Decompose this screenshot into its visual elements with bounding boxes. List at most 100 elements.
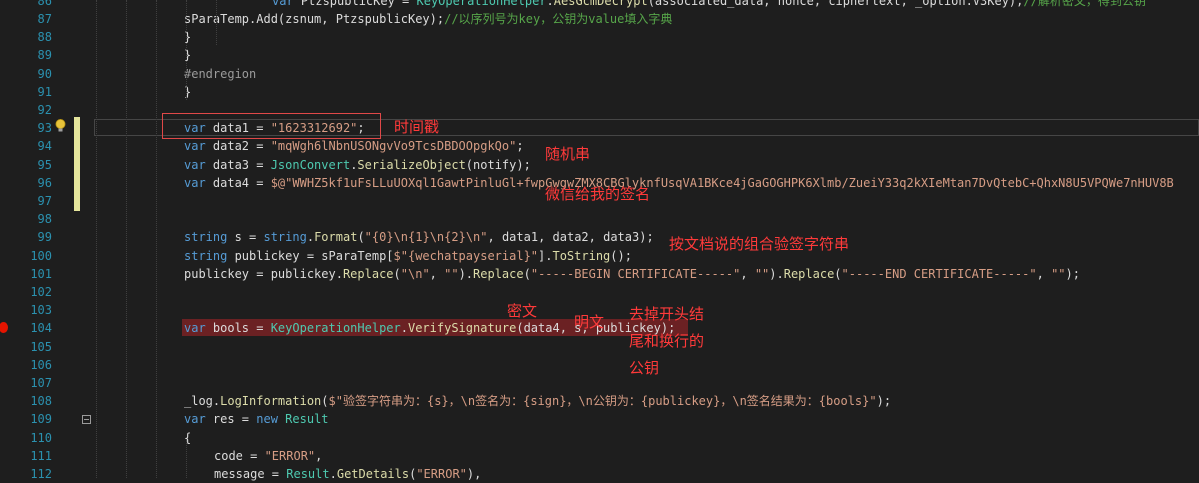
code-token: , [1036,266,1052,281]
code-token: , [315,448,323,463]
code-editor[interactable]: 86 var PtzspublicKey = KeyOperationHelpe… [0,0,1199,481]
code-token: "mqWgh6lNbnUSONgvVo9TcsDBDOOpgkQo" [270,139,517,154]
code-token: ); [1065,266,1080,281]
line-number: 87 [37,12,52,26]
code-token: , data1, data2, data3); [487,230,654,245]
code-token: string [184,248,235,263]
code-token: publickey = publickey. [184,266,343,281]
code-line[interactable]: 108 _log.LogInformation($"验签字符串为：{s}，\n签名… [0,392,1199,410]
code-token: . [306,230,315,245]
code-line[interactable]: 87 sParaTemp.Add(zsnum, PtzspublicKey);//… [0,10,1199,28]
code-token: VerifySignature [407,321,517,336]
code-token: KeyOperationHelper [270,321,401,336]
code-text: sParaTemp.Add(zsnum, PtzspublicKey);//以序… [184,10,672,28]
code-token: $"验签字符串为：{s}，\n签名为：{sign}，\n公钥为：{publick… [328,394,877,409]
line-number: 110 [30,430,52,445]
code-line[interactable]: 100 string publickey = sParaTemp[$"{wecha… [0,247,1199,265]
code-token: "{0}\n{1}\n{2}\n" [364,230,488,245]
line-number: 108 [30,394,52,409]
code-line[interactable]: 86 var PtzspublicKey = KeyOperationHelpe… [0,0,1199,10]
code-token: ( [834,266,842,281]
code-token: s = [234,230,264,245]
code-text: publickey = publickey.Replace("\n", "").… [184,265,1080,283]
indent-guide [96,0,97,478]
code-line[interactable]: 88} [0,28,1199,46]
code-token: Result [285,412,329,427]
code-line[interactable]: 90 #endregion [0,65,1199,83]
code-token: ). [458,266,474,281]
code-token: data2 = [212,139,271,154]
code-text: string s = string.Format("{0}\n{1}\n{2}\… [184,228,654,246]
code-token: sParaTemp.Add(zsnum, PtzspublicKey); [184,12,445,26]
annotation-nonce: 随机串 [545,145,591,163]
code-token: //以序列号为key，公钥为value填入字典 [444,12,673,26]
code-line[interactable]: 99 string s = string.Format("{0}\n{1}\n{2… [0,228,1199,246]
line-number: 95 [37,157,52,172]
code-line[interactable]: 95 var data3 = JsonConvert.SerializeObjec… [0,156,1199,174]
code-token: ToString [552,248,611,263]
code-token: var [184,321,213,336]
code-token: ( [393,266,401,281]
lightbulb-icon[interactable] [55,119,66,133]
code-token: JsonConvert [270,157,351,172]
code-text: code = "ERROR", [214,447,322,465]
annotation-timestamp: 时间戳 [394,118,440,136]
line-number: 93 [37,121,52,136]
code-token: bools = [212,321,271,336]
code-token: string [263,230,307,245]
code-token: ), [466,467,482,481]
code-token: "ERROR" [416,467,467,481]
indent-guide [126,0,127,478]
code-token: SerializeObject [357,157,466,172]
line-number: 98 [37,212,52,227]
timestamp-annotation-box [162,113,381,139]
code-token: message = [214,467,287,481]
code-line[interactable]: 109 var res = new Result [0,410,1199,428]
code-line[interactable]: 101 publickey = publickey.Replace("\n", "… [0,265,1199,283]
annotation-ciphertext: 密文 [507,302,538,320]
code-token: var [184,412,213,427]
line-number: 102 [30,285,52,299]
code-token: "\n" [400,266,430,281]
line-number: 99 [37,230,52,245]
code-token: AesGcmDecrypt [553,0,648,8]
code-text: string publickey = sParaTemp[$"{wechatpa… [184,247,632,265]
collapse-toggle-icon[interactable] [82,415,91,424]
line-number: 101 [30,266,52,281]
code-text: _log.LogInformation($"验签字符串为：{s}，\n签名为：{… [184,392,891,410]
code-line[interactable]: 112 message = Result.GetDetails("ERROR"), [0,465,1199,483]
code-token: PtzspublicKey = [300,0,417,8]
code-line[interactable]: 94 var data2 = "mqWgh6lNbnUSONgvVo9TcsDBD… [0,137,1199,155]
code-line[interactable]: 89} [0,46,1199,64]
code-text: var data4 = $@"WWHZ5kf1uFsLLuUOXql1GawtP… [184,174,1174,192]
code-line[interactable]: 98 [0,210,1199,228]
code-token: . [329,467,337,481]
annotation-pubkey-line3: 公钥 [629,359,660,377]
code-text: var res = new Result [184,410,329,428]
code-token: ( [523,266,531,281]
code-text: message = Result.GetDetails("ERROR"), [214,465,481,483]
code-line[interactable]: 111 code = "ERROR", [0,447,1199,465]
annotation-pubkey-line1: 去掉开头结 [629,305,705,323]
code-token: "" [754,266,770,281]
code-token: Replace [342,266,394,281]
code-line[interactable]: 106 [0,356,1199,374]
code-token: "-----END CERTIFICATE-----" [841,266,1037,281]
code-line[interactable]: 107 [0,374,1199,392]
line-number: 111 [30,448,52,463]
code-token: data3 = [212,157,271,172]
line-number: 90 [37,66,52,81]
line-number: 103 [30,303,52,318]
code-token: "" [1051,266,1066,281]
code-token: #endregion [184,66,257,81]
line-number: 106 [30,357,52,372]
code-token: code = [214,448,265,463]
code-token: ( [321,394,329,409]
annotation-sign-string: 按文档说的组合验签字符串 [669,235,850,253]
code-token: "" [444,266,459,281]
code-line[interactable]: 105 [0,338,1199,356]
code-line[interactable]: 91} [0,83,1199,101]
code-line[interactable]: 102 [0,283,1199,301]
annotation-pubkey-line2: 尾和换行的 [629,332,705,350]
code-line[interactable]: 110{ [0,429,1199,447]
